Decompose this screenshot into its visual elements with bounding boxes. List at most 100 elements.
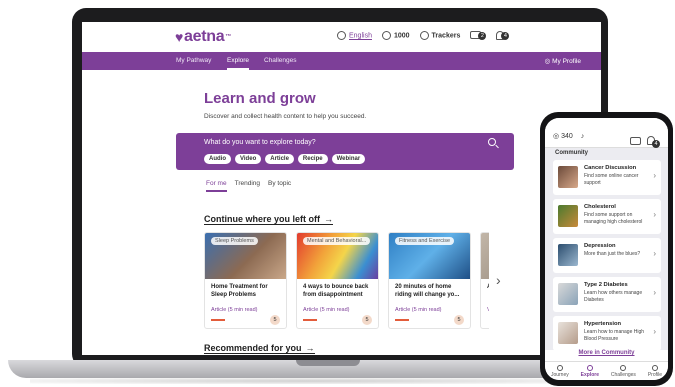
- continue-section-title[interactable]: Continue where you left off →: [204, 214, 333, 225]
- progress-bar: [211, 319, 225, 321]
- card-meta: Article (5 min read): [395, 307, 442, 313]
- continue-cards: Sleep Problems Home Treatment for Sleep …: [204, 232, 489, 332]
- search-icon[interactable]: [488, 138, 496, 146]
- trackers-link[interactable]: Trackers: [419, 31, 461, 41]
- list-item[interactable]: Cholesterol Find some support on managin…: [553, 199, 661, 234]
- chip-webinar[interactable]: Webinar: [331, 154, 366, 164]
- list-item[interactable]: Depression More than just the blues? ›: [553, 238, 661, 273]
- item-thumbnail: [558, 283, 578, 305]
- tab-label: Explore: [580, 372, 599, 378]
- language-selector[interactable]: English: [337, 31, 372, 41]
- content-card[interactable]: Fitness and Exercise 20 minutes of home …: [388, 232, 471, 329]
- item-desc: More than just the blues?: [584, 251, 641, 257]
- item-desc: Find some support on managing high chole…: [584, 212, 643, 225]
- chevron-right-icon: ›: [653, 171, 656, 180]
- list-item[interactable]: Type 2 Diabetes Learn how others manage …: [553, 277, 661, 312]
- content-tabs: For me Trending By topic: [206, 180, 291, 192]
- card-image: [481, 233, 489, 279]
- nav-my-pathway[interactable]: My Pathway: [176, 57, 211, 64]
- more-in-community-link[interactable]: More in Community: [545, 350, 668, 356]
- item-desc: Learn how others manage Diabetes: [584, 290, 643, 303]
- points-display[interactable]: 1000: [381, 31, 410, 41]
- phone-header: ◎ 340 ♪ 4: [545, 118, 668, 148]
- list-item[interactable]: Cancer Discussion Find some online cance…: [553, 160, 661, 195]
- tab-by-topic[interactable]: By topic: [268, 180, 291, 187]
- chevron-right-icon: ›: [653, 288, 656, 297]
- nav-challenges[interactable]: Challenges: [264, 57, 297, 64]
- item-desc: Find some online cancer support: [584, 173, 639, 186]
- content-card[interactable]: A H... A... V...: [480, 232, 489, 329]
- card-title: 4 ways to bounce back from disappointmen…: [303, 284, 369, 299]
- continue-title-text: Continue where you left off: [204, 214, 320, 224]
- chip-audio[interactable]: Audio: [204, 154, 231, 164]
- points-icon: ◎: [553, 133, 562, 140]
- points-badge: 5: [454, 315, 464, 325]
- points-icon: [381, 31, 391, 41]
- nav-my-profile[interactable]: ◎ My Profile: [545, 57, 581, 65]
- community-list: Community Cancer Discussion Find some on…: [545, 148, 668, 351]
- notifications-button[interactable]: 4: [496, 31, 510, 41]
- tab-trending[interactable]: Trending: [235, 180, 260, 187]
- item-title: Type 2 Diabetes: [584, 282, 628, 288]
- top-bar: ♥ aetna ™ English 1000 Trackers 2 4: [82, 22, 601, 52]
- item-title: Cholesterol: [584, 204, 616, 210]
- phone-screen: ◎ 340 ♪ 4 Community Cancer Discussion Fin…: [545, 118, 668, 380]
- tab-label: Journey: [550, 372, 569, 378]
- tab-label: Profile: [647, 372, 663, 378]
- card-tag: Mental and Behavioral...: [303, 237, 371, 245]
- points-badge: 5: [362, 315, 372, 325]
- item-title: Hypertension: [584, 321, 622, 327]
- phone-tab-challenges[interactable]: Challenges: [611, 362, 636, 380]
- profile-icon: ◎: [544, 58, 553, 65]
- item-title: Depression: [584, 243, 616, 249]
- tab-for-me[interactable]: For me: [206, 180, 227, 192]
- card-tag: Fitness and Exercise: [395, 237, 455, 245]
- content-card[interactable]: Mental and Behavioral... 4 ways to bounc…: [296, 232, 379, 329]
- phone-tab-profile[interactable]: Profile: [648, 362, 662, 380]
- journey-icon: [556, 365, 563, 371]
- progress-bar: [303, 319, 317, 321]
- points-badge: 5: [270, 315, 280, 325]
- chip-recipe[interactable]: Recipe: [297, 154, 328, 164]
- heart-icon: ♥: [175, 29, 184, 45]
- item-thumbnail: [558, 322, 578, 344]
- chip-article[interactable]: Article: [265, 154, 294, 164]
- aetna-logo[interactable]: ♥ aetna ™: [175, 28, 231, 46]
- card-meta: Article (5 min read): [211, 307, 258, 313]
- message-icon[interactable]: [630, 137, 641, 145]
- card-image: Mental and Behavioral...: [297, 233, 378, 279]
- trackers-label: Trackers: [431, 32, 461, 40]
- community-heading: Community: [555, 150, 588, 156]
- language-label: English: [349, 32, 372, 40]
- globe-icon: [337, 31, 346, 41]
- header-utilities: English 1000 Trackers 2 4: [337, 31, 510, 41]
- explore-search-panel: What do you want to explore today? Audio…: [176, 133, 514, 170]
- logo-text: aetna: [184, 28, 225, 45]
- item-thumbnail: [558, 166, 578, 188]
- recommended-section-title[interactable]: Recommended for you →: [204, 343, 315, 354]
- laptop-shadow: [30, 378, 590, 384]
- content-card[interactable]: Sleep Problems Home Treatment for Sleep …: [204, 232, 287, 329]
- tab-label: Challenges: [610, 372, 636, 378]
- phone-points-value: 340: [561, 133, 573, 140]
- card-meta: V...: [481, 305, 489, 315]
- card-tag: Sleep Problems: [211, 237, 258, 245]
- list-item[interactable]: Hypertension Learn how to manage High Bl…: [553, 316, 661, 351]
- card-meta: Article (5 min read): [303, 307, 350, 313]
- phone-tab-explore[interactable]: Explore: [581, 362, 599, 380]
- item-title: Cancer Discussion: [584, 165, 637, 171]
- phone-tab-journey[interactable]: Journey: [551, 362, 569, 380]
- messages-button[interactable]: 2: [470, 31, 487, 41]
- compass-icon: [586, 365, 593, 371]
- nav-explore[interactable]: Explore: [227, 57, 250, 70]
- phone-points[interactable]: ◎ 340 ♪: [553, 132, 584, 140]
- chip-video[interactable]: Video: [235, 154, 262, 164]
- arrow-right-icon: →: [324, 214, 333, 224]
- notifications-badge: 4: [652, 140, 660, 148]
- chevron-right-icon[interactable]: ›: [496, 272, 501, 288]
- item-thumbnail: [558, 205, 578, 227]
- trackers-icon: ♪: [580, 133, 585, 140]
- laptop-notch: [296, 360, 360, 366]
- card-image: Sleep Problems: [205, 233, 286, 279]
- page-subtitle: Discover and collect health content to h…: [204, 113, 367, 120]
